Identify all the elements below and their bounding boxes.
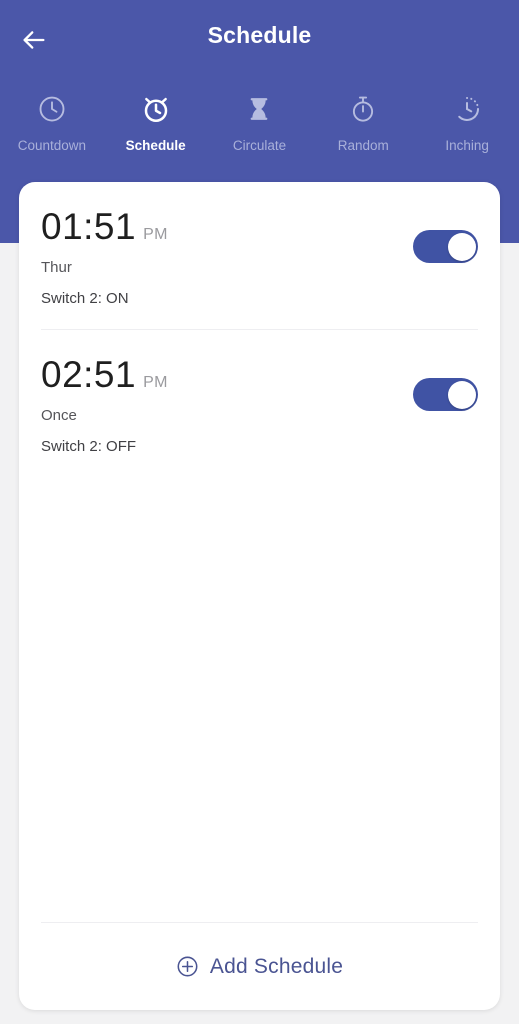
schedule-toggle[interactable] [413, 378, 478, 411]
schedule-time-meridiem: PM [143, 226, 168, 243]
timer-dotted-icon [452, 92, 482, 126]
tab-circulate[interactable]: Circulate [208, 92, 312, 153]
tab-schedule[interactable]: Schedule [104, 92, 208, 153]
schedule-time-meridiem: PM [143, 374, 168, 391]
tab-countdown-label: Countdown [17, 138, 87, 153]
schedule-time-value: 01:51 [41, 206, 137, 247]
toggle-knob [447, 380, 476, 409]
hourglass-icon [244, 92, 274, 126]
schedule-repeat: Thur [41, 259, 72, 276]
mode-tabs: Countdown Schedule Circulate Random Inch… [0, 92, 519, 153]
schedule-time: 01:51 PM [41, 208, 413, 245]
schedule-repeat: Once [41, 407, 77, 424]
tab-schedule-label: Schedule [125, 138, 186, 153]
schedule-toggle[interactable] [413, 230, 478, 263]
schedule-item[interactable]: 01:51 PM Thur Switch 2: ON [41, 182, 478, 330]
schedule-action: Switch 2: OFF [41, 438, 137, 455]
add-schedule-button[interactable]: Add Schedule [41, 922, 478, 1010]
stopwatch-icon [348, 92, 378, 126]
tab-inching-label: Inching [445, 138, 489, 153]
schedule-time-value: 02:51 [41, 354, 137, 395]
add-schedule-label: Add Schedule [209, 954, 344, 978]
schedule-item-info: 01:51 PM Thur Switch 2: ON [41, 208, 413, 307]
schedule-item-info: 02:51 PM Once Switch 2: OFF [41, 356, 413, 455]
clock-icon [37, 92, 67, 126]
add-schedule-content: Add Schedule [176, 955, 343, 979]
title-bar: Schedule [0, 0, 519, 78]
schedule-list: 01:51 PM Thur Switch 2: ON 02:51 PM Once… [19, 182, 500, 1010]
tab-random[interactable]: Random [311, 92, 415, 153]
schedule-time: 02:51 PM [41, 356, 413, 393]
toggle-knob [447, 232, 476, 261]
plus-circle-icon [176, 955, 199, 978]
schedule-screen: Schedule Countdown Schedule Circulate Ra… [0, 0, 519, 1024]
schedule-item[interactable]: 02:51 PM Once Switch 2: OFF [41, 330, 478, 477]
schedule-action: Switch 2: ON [41, 290, 129, 307]
schedule-card: 01:51 PM Thur Switch 2: ON 02:51 PM Once… [19, 182, 500, 1010]
tab-random-label: Random [337, 138, 389, 153]
tab-countdown[interactable]: Countdown [0, 92, 104, 153]
tab-inching[interactable]: Inching [415, 92, 519, 153]
page-title: Schedule [207, 22, 312, 48]
alarm-clock-icon [141, 92, 171, 126]
tab-circulate-label: Circulate [232, 138, 287, 153]
